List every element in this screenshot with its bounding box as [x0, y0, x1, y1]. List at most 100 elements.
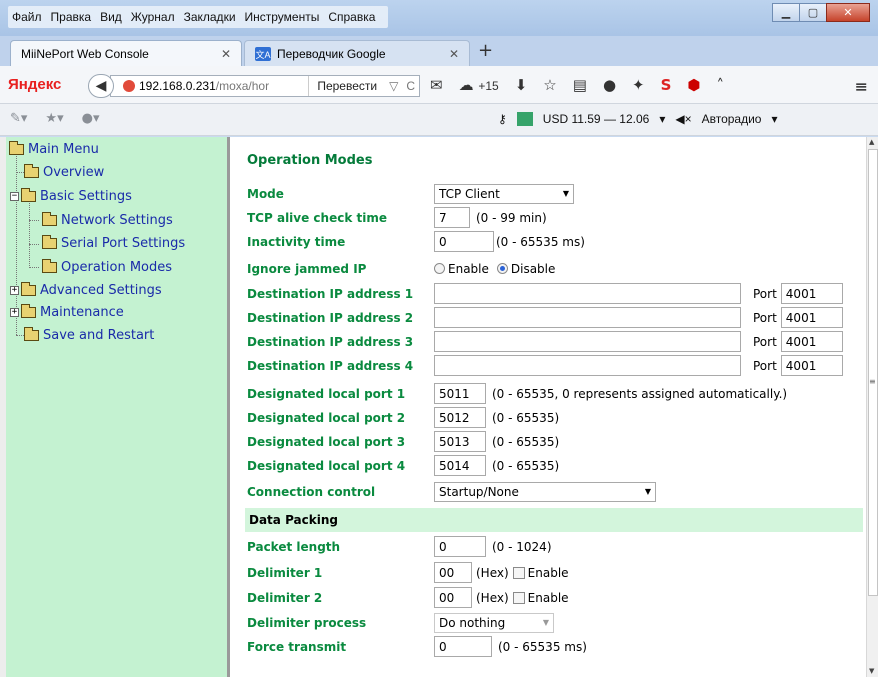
force-transmit-input[interactable]: 0 [434, 636, 492, 657]
scroll-down-icon[interactable]: ▼ [869, 667, 874, 675]
expand-icon[interactable]: + [10, 308, 19, 317]
sidebar-item-overview[interactable]: Overview [24, 164, 105, 180]
dest-ip-input[interactable] [434, 283, 741, 304]
tab-bar: MiiNePort Web Console ✕ 文A Переводчик Go… [0, 36, 878, 67]
local-port-label: Designated local port 3 [247, 434, 406, 449]
collapse-icon[interactable]: − [10, 192, 19, 201]
download-icon[interactable]: ⬇ [515, 76, 528, 94]
minimize-button[interactable]: ▁ [772, 3, 800, 22]
delimiter-process-select[interactable]: Do nothing ▼ [434, 612, 554, 633]
delimiter2-input[interactable]: 00 [434, 587, 472, 608]
sidebar-item-label: Overview [43, 165, 105, 180]
close-tab-icon[interactable]: ✕ [449, 47, 459, 61]
ext-icon[interactable]: ✦ [632, 76, 645, 94]
currency-chart-icon [516, 112, 533, 126]
inactivity-input[interactable]: 0 [434, 231, 494, 252]
back-button[interactable]: ◀ [88, 74, 114, 98]
tcp-alive-hint: (0 - 99 min) [476, 210, 547, 225]
port-input[interactable]: 4001 [780, 331, 843, 352]
scroll-up-icon[interactable]: ▲ [869, 138, 874, 146]
abp-icon[interactable]: ⬢ [687, 76, 700, 94]
mail-icon[interactable]: ✉ [430, 76, 443, 94]
force-transmit-row: Force transmit 0 (0 - 65535 ms) [247, 635, 857, 658]
local-port-input[interactable]: 5014 [434, 455, 486, 476]
maximize-button[interactable]: ▢ [799, 3, 827, 22]
translate-button[interactable]: Перевести [308, 76, 385, 96]
enable-radio[interactable] [434, 263, 445, 274]
tab-miineport[interactable]: MiiNePort Web Console ✕ [10, 40, 242, 67]
menu-help[interactable]: Справка [328, 10, 375, 24]
port-input[interactable]: 4001 [780, 355, 843, 376]
port-input[interactable]: 4001 [780, 283, 843, 304]
sidebar-item-advanced-settings[interactable]: + Advanced Settings [10, 282, 162, 298]
menu-history[interactable]: Журнал [131, 10, 175, 24]
vertical-scrollbar[interactable]: ▲ ≡ ▼ [866, 137, 878, 677]
packet-length-input[interactable]: 0 [434, 536, 486, 557]
reload-icon[interactable]: C [402, 79, 419, 93]
close-window-button[interactable]: ✕ [826, 3, 870, 22]
site-warning-icon[interactable] [123, 80, 135, 92]
weather-icon[interactable]: ☁ +15 [459, 76, 499, 94]
radio-station[interactable]: Авторадио [702, 112, 762, 126]
currency-rate[interactable]: USD 11.59 — 12.06 [543, 112, 650, 126]
chevron-down-icon[interactable]: ▾ [659, 112, 665, 126]
sidebar-item-serial-port-settings[interactable]: Serial Port Settings [42, 235, 185, 251]
disable-radio[interactable] [496, 263, 508, 274]
reading-list-icon[interactable]: ▤ [573, 76, 587, 94]
sidebar-item-main-menu[interactable]: Main Menu [9, 141, 99, 157]
menu-tools[interactable]: Инструменты [245, 10, 320, 24]
url-dropdown-icon[interactable]: ▽ [385, 79, 402, 93]
new-tab-button[interactable]: + [478, 40, 493, 61]
up-icon[interactable]: ˄ [717, 76, 725, 94]
sidebar-tree: Main Menu Overview − Basic Settings Netw… [0, 137, 230, 677]
speaker-icon[interactable]: ◀× [675, 112, 691, 126]
delimiter1-input[interactable]: 00 [434, 562, 472, 583]
sidebar-item-operation-modes[interactable]: Operation Modes [42, 259, 172, 275]
menu-icon[interactable]: ≡ [855, 77, 868, 96]
folder-icon [21, 304, 36, 318]
dest-ip-input[interactable] [434, 355, 741, 376]
menu-bookmarks[interactable]: Закладки [184, 10, 236, 24]
scrollbar-thumb[interactable] [868, 149, 878, 596]
local-port-input[interactable]: 5011 [434, 383, 486, 404]
close-tab-icon[interactable]: ✕ [221, 47, 231, 61]
delimiter2-label: Delimiter 2 [247, 590, 323, 605]
comment-icon[interactable]: ●▾ [82, 111, 100, 126]
mode-select[interactable]: TCP Client ▼ [434, 183, 574, 204]
tab-google-translate[interactable]: 文A Переводчик Google ✕ [244, 40, 470, 67]
dest-ip-input[interactable] [434, 307, 741, 328]
menu-edit[interactable]: Правка [51, 10, 92, 24]
dest-ip-input[interactable] [434, 331, 741, 352]
star-icon[interactable]: ☆ [543, 76, 556, 94]
connection-control-select[interactable]: Startup/None ▼ [434, 481, 656, 502]
chevron-down-icon[interactable]: ▾ [771, 112, 777, 126]
local-port-input[interactable]: 5013 [434, 431, 486, 452]
expand-icon[interactable]: + [10, 286, 19, 295]
sidebar-item-save-and-restart[interactable]: Save and Restart [24, 327, 154, 343]
folder-icon [42, 212, 57, 226]
packet-length-row: Packet length 0 (0 - 1024) [247, 535, 857, 558]
s-icon[interactable]: S [661, 76, 672, 94]
sidebar-item-network-settings[interactable]: Network Settings [42, 212, 173, 228]
address-bar[interactable]: 192.168.0.231/moxa/hor Перевести ▽ C [110, 75, 420, 97]
sidebar-item-maintenance[interactable]: + Maintenance [10, 304, 124, 320]
inactivity-row: Inactivity time 0 (0 - 65535 ms) [247, 230, 857, 253]
key-icon[interactable]: ⚷ [498, 112, 507, 126]
yandex-logo[interactable]: Яндекс [8, 76, 61, 93]
menu-file[interactable]: Файл [12, 10, 42, 24]
url-path: /moxa/hor [215, 79, 270, 93]
favorites-icon[interactable]: ★▾ [45, 111, 63, 126]
port-input[interactable]: 4001 [780, 307, 843, 328]
delimiter2-enable-checkbox[interactable] [512, 591, 525, 604]
menu-view[interactable]: Вид [100, 10, 122, 24]
sidebar-item-label: Maintenance [40, 305, 124, 320]
pen-icon[interactable]: ✎▾ [10, 111, 27, 126]
tcp-alive-input[interactable]: 7 [434, 207, 470, 228]
chat-icon[interactable]: ● [603, 76, 616, 94]
delimiter1-enable-checkbox[interactable] [512, 566, 525, 579]
local-port-input[interactable]: 5012 [434, 407, 486, 428]
sidebar-item-basic-settings[interactable]: − Basic Settings [10, 188, 132, 204]
packet-length-label: Packet length [247, 539, 341, 554]
chevron-down-icon: ▼ [542, 618, 549, 627]
tab-title: MiiNePort Web Console [21, 47, 149, 61]
